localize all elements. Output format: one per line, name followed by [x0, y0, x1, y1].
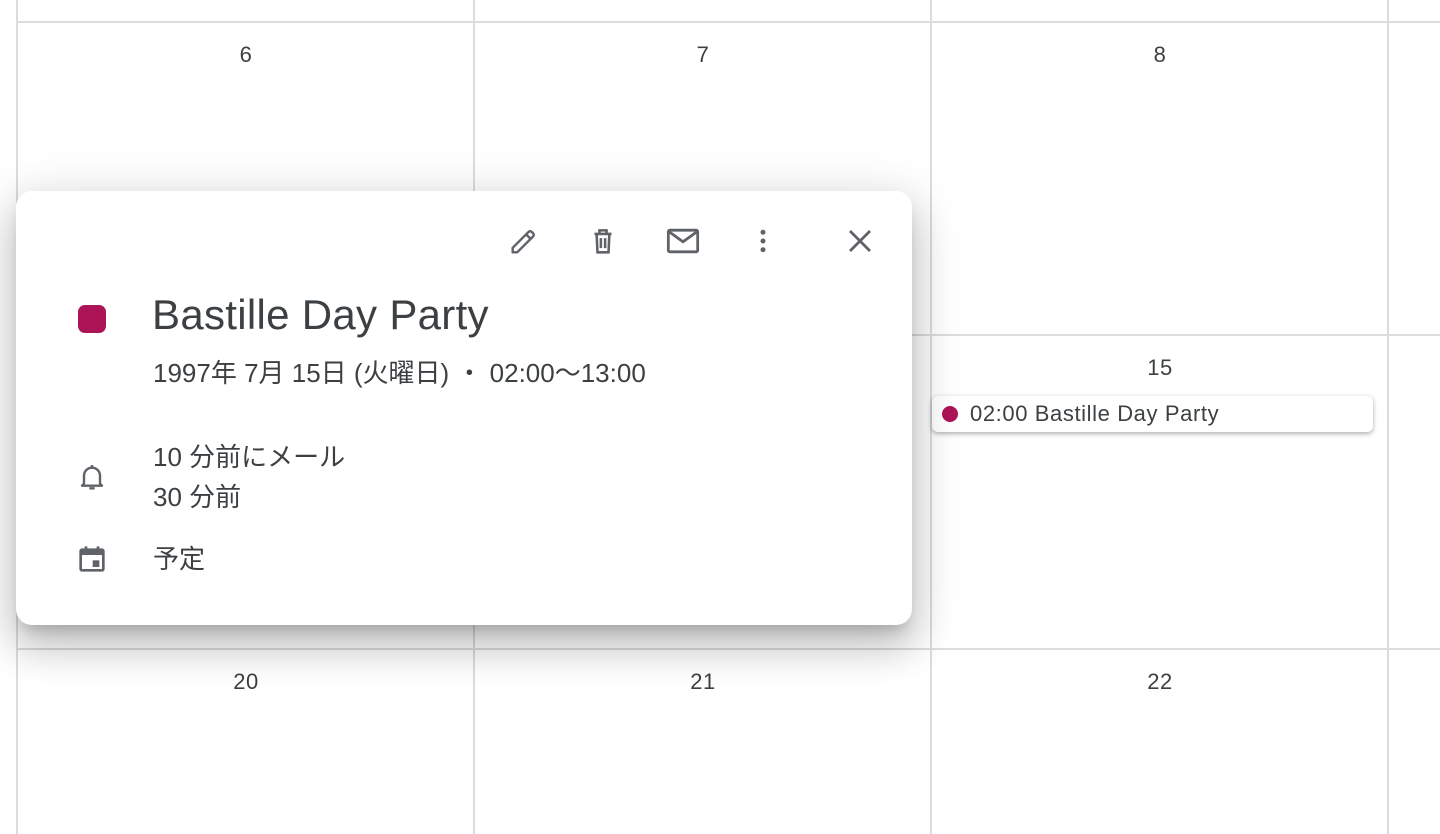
day-number[interactable]: 8 — [1130, 42, 1190, 68]
edit-icon — [507, 224, 541, 258]
more-vert-icon — [748, 224, 778, 258]
delete-button[interactable] — [575, 213, 631, 269]
notification-email: 10 分前にメール — [153, 442, 346, 472]
bell-icon — [74, 459, 110, 495]
day-number[interactable]: 22 — [1130, 669, 1190, 695]
close-icon — [845, 226, 875, 256]
edit-button[interactable] — [496, 213, 552, 269]
notification-popup: 30 分前 — [153, 482, 242, 512]
day-number[interactable]: 6 — [216, 42, 276, 68]
more-options-button[interactable] — [735, 213, 791, 269]
event-details-popup: Bastille Day Party 1997年 7月 15日 (火曜日) ・ … — [16, 191, 912, 625]
event-color-square — [78, 305, 106, 333]
event-datetime: 1997年 7月 15日 (火曜日) ・ 02:00〜13:00 — [153, 358, 646, 388]
email-guests-button[interactable] — [655, 213, 711, 269]
close-button[interactable] — [832, 213, 888, 269]
event-chip-label: 02:00 Bastille Day Party — [970, 401, 1220, 426]
trash-icon — [586, 224, 620, 258]
event-chip[interactable]: 02:00 Bastille Day Party — [932, 396, 1373, 432]
day-number[interactable]: 20 — [216, 669, 276, 695]
day-number[interactable]: 21 — [673, 669, 733, 695]
event-title: Bastille Day Party — [152, 291, 489, 338]
email-icon — [664, 224, 702, 258]
grid-line — [1387, 0, 1389, 834]
day-number[interactable]: 7 — [673, 42, 733, 68]
grid-line — [16, 648, 1440, 650]
calendar-name: 予定 — [153, 544, 206, 574]
grid-line — [16, 21, 1440, 23]
event-color-dot — [942, 406, 958, 422]
calendar-icon — [74, 541, 110, 577]
day-number[interactable]: 15 — [1130, 355, 1190, 381]
